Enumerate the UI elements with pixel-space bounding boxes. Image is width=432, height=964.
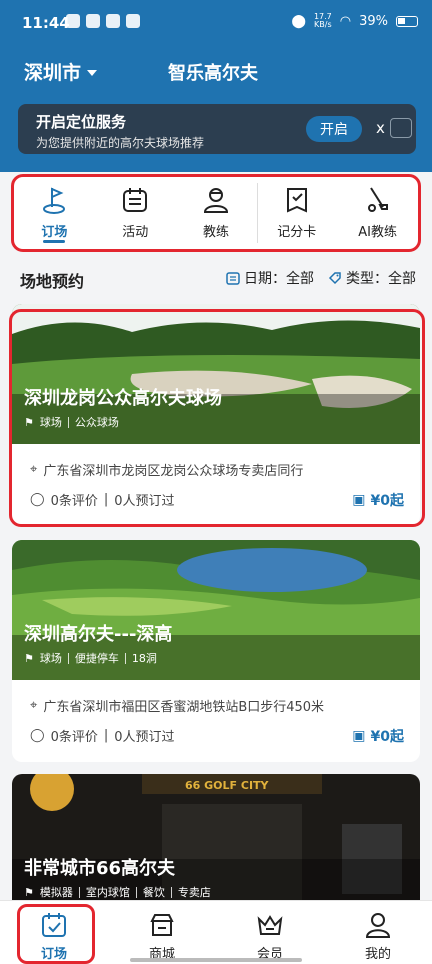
tag-separator [124, 652, 126, 664]
quick-nav: 订场 活动 教练 记分卡 AI教练 [11, 174, 421, 252]
course-tag: 模拟器 [39, 886, 73, 899]
notification-icon [126, 14, 140, 28]
store-icon [150, 914, 174, 936]
meta-separator: | [103, 728, 109, 743]
flag-icon: ⚑ [24, 885, 34, 899]
notification-icon [86, 14, 100, 28]
golf-club-icon [367, 187, 388, 212]
venue-sign: 66 GOLF CITY [185, 779, 269, 792]
notification-icon [106, 14, 120, 28]
course-price: ▣ ¥0起 [352, 726, 404, 746]
course-tag: 18洞 [131, 652, 157, 665]
message-icon[interactable] [390, 118, 412, 138]
wifi-icon: ◠ [339, 13, 352, 29]
tag-separator [135, 886, 137, 898]
tag-separator [78, 886, 80, 898]
course-tag: 球场 [39, 652, 62, 665]
crown-icon [257, 915, 283, 935]
calendar-list-icon [123, 188, 148, 212]
header: 11:44 ⬤ 17.7 KB/s ◠ 39% 深圳市 智乐高尔夫 开启定位服务 … [0, 0, 432, 172]
battery-icon [396, 15, 418, 27]
location-banner-subtitle: 为您提供附近的高尔夫球场推荐 [36, 136, 205, 150]
flag-icon: ⚑ [24, 651, 34, 665]
course-tags: ⚑ 模拟器 室内球馆 餐饮 专卖店 [24, 884, 211, 900]
calendar-icon [226, 272, 240, 285]
tab-profile[interactable]: 我的 [324, 901, 432, 964]
annotation-highlight [17, 904, 95, 964]
tag-icon [328, 272, 341, 285]
city-label: 深圳市 [24, 62, 82, 84]
course-name: 非常城市66高尔夫 [24, 858, 176, 879]
course-tags: ⚑ 球场 便捷停车 18洞 [24, 650, 157, 666]
close-banner-button[interactable]: x [376, 119, 385, 137]
coach-icon [203, 188, 228, 213]
course-meta: ◯ 0条评价 | 0人预订过 [30, 726, 175, 745]
quicknav-label: AI教练 [358, 225, 397, 240]
quicknav-label: 教练 [202, 225, 229, 240]
course-bookings: 0人预订过 [114, 730, 175, 745]
divider [257, 183, 258, 243]
course-tag: 餐饮 [142, 886, 165, 899]
tab-label: 我的 [364, 947, 391, 962]
course-address: ⌖ 广东省深圳市福田区香蜜湖地铁站B口步行450米 [30, 696, 324, 715]
filters: 日期：全部 类型：全部 [226, 268, 416, 288]
quicknav-label: 记分卡 [277, 225, 317, 240]
course-tag: 专卖店 [177, 886, 211, 899]
date-filter-label: 日期：全部 [244, 271, 314, 287]
net-speed: 17.7 KB/s [313, 12, 332, 29]
scorecard-icon [286, 188, 307, 213]
battery-percent: 39% [359, 13, 388, 29]
comment-icon: ◯ [30, 728, 45, 743]
location-pin-icon: ⌖ [30, 698, 38, 713]
quicknav-label: 订场 [41, 225, 68, 240]
quicknav-item-ai-coach[interactable]: AI教练 [337, 177, 418, 249]
course-price-text: ¥0起 [370, 729, 404, 745]
section-title: 场地预约 [20, 272, 85, 291]
status-bar: 11:44 ⬤ 17.7 KB/s ◠ 39% [0, 0, 432, 46]
home-indicator [130, 958, 302, 962]
location-icon: ⬤ [291, 13, 306, 29]
tab-store[interactable]: 商城 [108, 901, 216, 964]
course-name: 深圳高尔夫---深高 [24, 624, 173, 645]
active-indicator [43, 240, 66, 243]
ticket-icon: ▣ [352, 728, 366, 744]
quicknav-item-scorecard[interactable]: 记分卡 [256, 177, 337, 249]
course-tag: 便捷停车 [74, 652, 119, 665]
course-reviews: 0条评价 [50, 730, 98, 745]
status-time: 11:44 [22, 14, 70, 32]
enable-location-button[interactable]: 开启 [306, 116, 362, 142]
status-right: ⬤ 17.7 KB/s ◠ 39% [291, 13, 418, 29]
course-address-text: 广东省深圳市福田区香蜜湖地铁站B口步行450米 [43, 700, 325, 715]
date-filter[interactable]: 日期：全部 [226, 268, 314, 288]
tab-membership[interactable]: 会员 [216, 901, 324, 964]
quicknav-item-book[interactable]: 订场 [14, 177, 95, 249]
location-banner: 开启定位服务 为您提供附近的高尔夫球场推荐 开启 x [18, 104, 416, 154]
quicknav-item-activity[interactable]: 活动 [95, 177, 176, 249]
course-card[interactable]: 66 GOLF CITY 非常城市66高尔夫 ⚑ 模拟器 室内球馆 餐饮 专卖店 [12, 774, 420, 904]
type-filter[interactable]: 类型：全部 [328, 268, 416, 288]
course-tag: 室内球馆 [85, 886, 130, 899]
annotation-highlight [9, 309, 425, 527]
user-icon [365, 913, 391, 938]
caret-down-icon [87, 69, 98, 76]
quicknav-label: 活动 [122, 225, 149, 240]
tag-separator [67, 652, 69, 664]
notification-icons [66, 14, 140, 28]
quicknav-item-coach[interactable]: 教练 [176, 177, 257, 249]
app-title: 智乐高尔夫 [168, 63, 258, 84]
tag-separator [170, 886, 172, 898]
type-filter-label: 类型：全部 [346, 271, 416, 287]
city-selector[interactable]: 深圳市 [24, 58, 98, 85]
course-card[interactable]: 深圳高尔夫---深高 ⚑ 球场 便捷停车 18洞 ⌖ 广东省深圳市福田区香蜜湖地… [12, 540, 420, 762]
notification-icon [66, 14, 80, 28]
golf-flag-icon [43, 187, 66, 214]
location-banner-title: 开启定位服务 [36, 113, 127, 131]
